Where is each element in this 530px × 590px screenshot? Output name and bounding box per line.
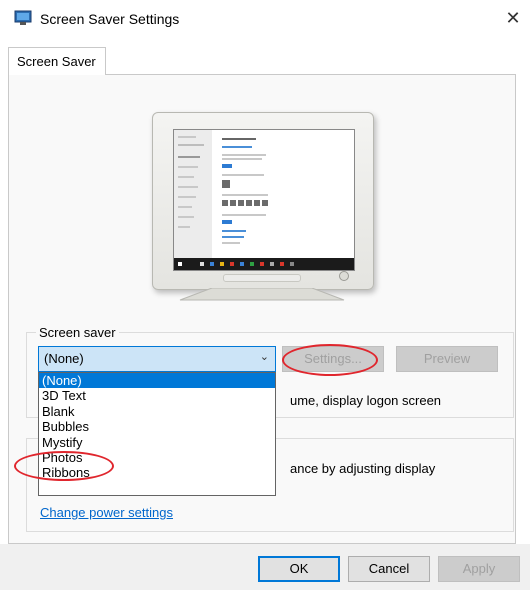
list-item[interactable]: 3D Text — [39, 388, 275, 403]
list-item[interactable]: (None) — [39, 373, 275, 389]
tab-screen-saver[interactable]: Screen Saver — [8, 47, 106, 75]
change-power-settings-link[interactable]: Change power settings — [40, 505, 173, 520]
dialog-footer: OK Cancel Apply — [0, 544, 530, 590]
list-item[interactable]: Mystify — [39, 435, 275, 450]
screen-saver-dropdown[interactable]: (None) ⌄ — [38, 346, 276, 372]
ok-button[interactable]: OK — [258, 556, 340, 582]
list-item[interactable]: Photos — [39, 450, 275, 465]
monitor-power-light — [339, 271, 349, 281]
screen-saver-group-label: Screen saver — [36, 325, 119, 340]
power-description-text: ance by adjusting display — [290, 461, 436, 476]
settings-button[interactable]: Settings... — [282, 346, 384, 372]
screen-saver-options-list: (None) 3D Text Blank Bubbles Mystify Pho… — [38, 372, 276, 496]
preview-screen — [173, 129, 355, 271]
dropdown-selected-value: (None) — [44, 351, 84, 366]
preview-button[interactable]: Preview — [396, 346, 498, 372]
monitor-stand — [179, 288, 345, 301]
title-bar: Screen Saver Settings ✕ — [0, 0, 530, 40]
screen-saver-app-icon — [14, 10, 32, 25]
list-item[interactable]: Ribbons — [39, 465, 275, 480]
monitor-grille — [223, 274, 301, 282]
wait-logon-text: ume, display logon screen — [290, 393, 442, 408]
close-icon[interactable]: ✕ — [496, 4, 530, 34]
cancel-button[interactable]: Cancel — [348, 556, 430, 582]
window-title: Screen Saver Settings — [40, 11, 180, 27]
chevron-down-icon[interactable]: ⌄ — [260, 350, 269, 363]
monitor-preview — [152, 112, 374, 290]
apply-button[interactable]: Apply — [438, 556, 520, 582]
list-item[interactable]: Bubbles — [39, 419, 275, 434]
list-item[interactable]: Blank — [39, 404, 275, 419]
